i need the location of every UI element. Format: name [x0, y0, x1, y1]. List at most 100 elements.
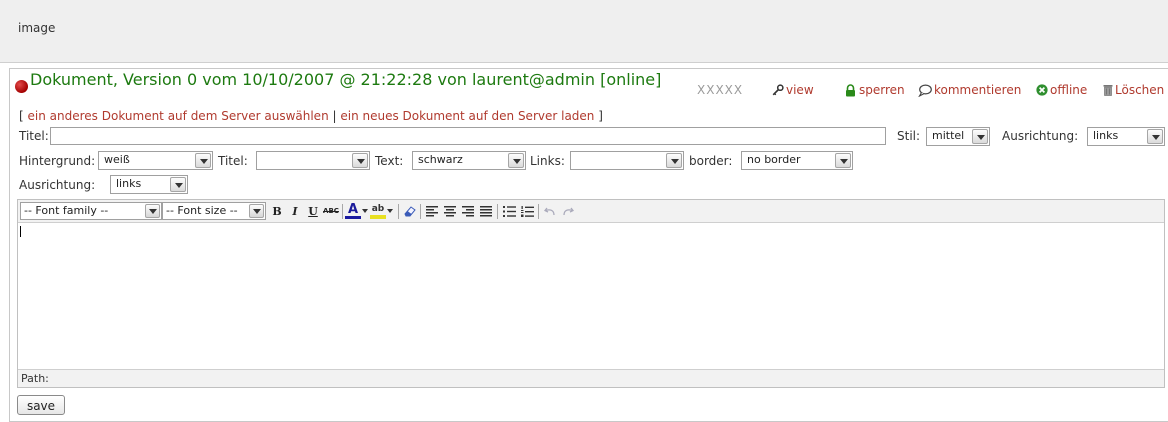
bullet-list-icon	[502, 205, 516, 217]
numbered-list-button[interactable]	[519, 203, 535, 219]
italic-button[interactable]: I	[287, 203, 303, 219]
choose-document-link[interactable]: ein anderes Dokument auf dem Server ausw…	[28, 109, 329, 123]
comment-label: kommentieren	[934, 83, 1022, 97]
numbered-list-icon	[520, 205, 534, 217]
document-title: Dokument, Version 0 vom 10/10/2007 @ 21:…	[30, 70, 662, 89]
chevron-down-icon	[1147, 129, 1163, 144]
toolbar-separator	[538, 204, 539, 219]
titel2-select[interactable]	[256, 151, 370, 170]
border-select[interactable]: no border	[741, 151, 853, 170]
rating-stars[interactable]: XXXXX	[697, 83, 743, 97]
offline-link[interactable]: offline	[1036, 83, 1087, 97]
highlight-color-dropdown[interactable]	[386, 203, 394, 219]
chevron-down-icon	[352, 153, 368, 168]
links-label: Links:	[530, 154, 565, 168]
font-family-select[interactable]: -- Font family --	[20, 202, 162, 220]
chevron-down-icon	[170, 177, 186, 192]
editor-content-area[interactable]	[18, 224, 1164, 368]
text-value: schwarz	[418, 153, 463, 166]
align-left-button[interactable]	[424, 203, 440, 219]
comment-icon	[918, 83, 932, 97]
bold-button[interactable]: B	[269, 203, 285, 219]
ausrichtung2-label: Ausrichtung:	[19, 178, 96, 192]
chevron-down-icon	[387, 209, 393, 213]
border-label: border:	[689, 154, 733, 168]
ausrichtung-value: links	[1093, 129, 1119, 142]
status-dot-icon	[15, 80, 28, 93]
ausrichtung2-select[interactable]: links	[110, 175, 188, 194]
key-icon	[772, 84, 784, 96]
ausrichtung-select[interactable]: links	[1087, 127, 1165, 146]
comment-link[interactable]: kommentieren	[918, 83, 1021, 97]
text-select[interactable]: schwarz	[412, 151, 526, 170]
align-justify-button[interactable]	[478, 203, 494, 219]
chevron-down-icon	[972, 129, 988, 144]
align-left-icon	[426, 205, 438, 216]
path-label: Path:	[21, 372, 49, 385]
border-value: no border	[747, 153, 801, 166]
stil-select[interactable]: mittel	[926, 127, 990, 146]
header-label: image	[18, 21, 56, 35]
underline-button[interactable]: U	[305, 203, 321, 219]
offline-icon	[1036, 84, 1048, 96]
bracket-close: ]	[598, 109, 603, 123]
text-label: Text:	[375, 154, 404, 168]
toolbar-separator	[342, 204, 343, 219]
bullet-list-button[interactable]	[501, 203, 517, 219]
bracket-open: [	[19, 109, 24, 123]
toolbar-separator	[420, 204, 421, 219]
redo-icon	[563, 207, 574, 215]
stil-value: mittel	[932, 129, 965, 142]
text-color-dropdown[interactable]	[361, 203, 369, 219]
strikethrough-button[interactable]: ABC	[323, 203, 339, 219]
titel-input[interactable]	[50, 127, 886, 145]
chevron-down-icon	[666, 153, 682, 168]
save-button[interactable]: save	[17, 395, 65, 415]
align-right-icon	[462, 205, 474, 216]
align-justify-icon	[480, 205, 492, 216]
hintergrund-select[interactable]: weiß	[98, 151, 213, 170]
editor-toolbar: -- Font family -- -- Font size -- B I U …	[18, 200, 1164, 223]
delete-link[interactable]: Löschen	[1103, 83, 1164, 97]
lock-label: sperren	[859, 83, 905, 97]
align-center-button[interactable]	[442, 203, 458, 219]
text-caret	[20, 226, 21, 237]
chevron-down-icon	[508, 153, 524, 168]
align-right-button[interactable]	[460, 203, 476, 219]
lock-icon	[846, 83, 855, 96]
ausrichtung-label: Ausrichtung:	[1002, 129, 1079, 143]
hintergrund-label: Hintergrund:	[19, 154, 96, 168]
chevron-down-icon	[835, 153, 851, 168]
links-select[interactable]	[570, 151, 684, 170]
toolbar-separator	[398, 204, 399, 219]
highlight-color-button[interactable]: ab	[370, 203, 386, 219]
offline-label: offline	[1050, 83, 1088, 97]
remove-format-button[interactable]	[402, 203, 418, 219]
font-size-select[interactable]: -- Font size --	[162, 202, 266, 220]
upload-document-link[interactable]: ein neues Dokument auf den Server laden	[340, 109, 594, 123]
view-link[interactable]: view	[772, 83, 814, 97]
view-label: view	[786, 83, 814, 97]
undo-button[interactable]	[542, 203, 558, 219]
editor-path-bar: Path:	[18, 369, 1164, 387]
lock-link[interactable]: sperren	[844, 83, 905, 97]
rich-text-editor: -- Font family -- -- Font size -- B I U …	[17, 199, 1165, 388]
redo-button[interactable]	[560, 203, 576, 219]
stil-label: Stil:	[897, 129, 921, 143]
font-size-value: -- Font size --	[166, 204, 238, 217]
chevron-down-icon	[195, 153, 211, 168]
text-color-button[interactable]: A	[345, 203, 361, 219]
server-links: [ ein anderes Dokument auf dem Server au…	[19, 109, 603, 123]
separator: |	[332, 109, 337, 123]
hintergrund-value: weiß	[104, 153, 130, 166]
toolbar-separator	[497, 204, 498, 219]
ausrichtung2-value: links	[116, 177, 142, 190]
font-family-value: -- Font family --	[24, 204, 109, 217]
header-band: image	[0, 0, 1168, 63]
titel-label: Titel:	[19, 129, 49, 143]
chevron-down-icon	[145, 204, 160, 218]
undo-icon	[544, 207, 555, 215]
eraser-icon	[404, 206, 416, 217]
titel2-label: Titel:	[218, 154, 248, 168]
chevron-down-icon	[249, 204, 264, 218]
